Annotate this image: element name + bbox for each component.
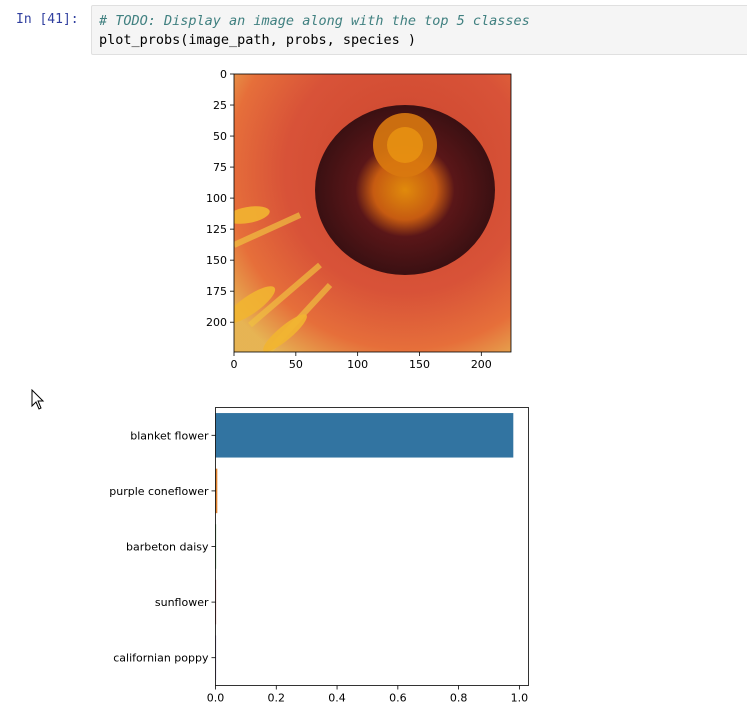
x-tick-label: 0.4	[328, 692, 346, 705]
flower-image	[234, 74, 511, 352]
bar	[215, 413, 514, 458]
code-cell-input[interactable]: # TODO: Display an image along with the …	[91, 5, 747, 55]
y-tick-label: 0	[220, 68, 227, 81]
category-label: blanket flower	[130, 429, 209, 442]
x-tick-label: 0	[231, 358, 238, 371]
y-tick-label: 200	[206, 316, 227, 329]
y-tick-label: 50	[213, 130, 227, 143]
x-tick-label: 100	[347, 358, 368, 371]
y-tick-label: 25	[213, 99, 227, 112]
x-tick-label: 1.0	[511, 692, 529, 705]
image-plot: 0 50 100 150 200 0 25 50 75 100 125 150 175 200	[206, 68, 512, 371]
code-line: plot_probs(image_path, probs, species )	[99, 32, 416, 48]
x-tick-label: 150	[409, 358, 430, 371]
x-tick-label: 50	[289, 358, 303, 371]
category-label: purple coneflower	[109, 485, 209, 498]
category-label: californian poppy	[113, 652, 209, 665]
y-tick-label: 75	[213, 161, 227, 174]
y-tick-label: 100	[206, 192, 227, 205]
category-label: barbeton daisy	[126, 541, 209, 554]
category-label: sunflower	[155, 596, 209, 609]
y-tick-label: 150	[206, 254, 227, 267]
x-tick-label: 0.8	[450, 692, 468, 705]
x-tick-label: 0.6	[389, 692, 407, 705]
x-tick-label: 0.0	[207, 692, 225, 705]
bar-chart: blanket flower purple coneflower barbeton …	[109, 407, 529, 705]
x-tick-label: 200	[471, 358, 492, 371]
y-tick-label: 175	[206, 285, 227, 298]
cell-prompt: In [41]:	[16, 12, 79, 27]
x-tick-label: 0.2	[268, 692, 286, 705]
mouse-cursor-icon	[31, 389, 45, 410]
y-tick-label: 125	[206, 223, 227, 236]
code-comment: # TODO: Display an image along with the …	[99, 13, 530, 29]
